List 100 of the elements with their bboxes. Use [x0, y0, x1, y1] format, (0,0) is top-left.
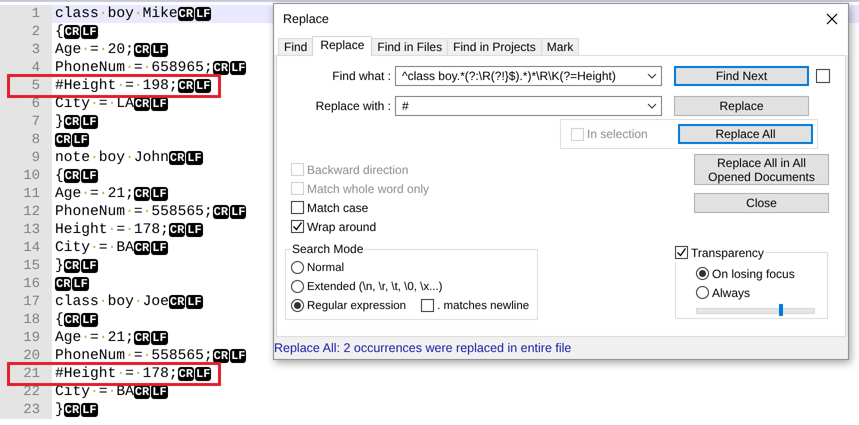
- radio-button[interactable]: [291, 261, 304, 274]
- radio-label: On losing focus: [712, 266, 795, 280]
- line-ending-marker: LF: [186, 151, 203, 165]
- line-ending-marker: LF: [81, 25, 98, 39]
- code-line: #Height·=·178;: [55, 365, 178, 383]
- line-ending-marker: CR: [55, 133, 72, 147]
- field-label: Find what :: [331, 69, 392, 83]
- checkbox-label: In selection: [587, 127, 648, 141]
- code-line: class·boy·Joe: [55, 293, 169, 311]
- button[interactable]: Replace All: [678, 124, 813, 144]
- line-ending-marker: LF: [186, 223, 203, 237]
- line-number: 7: [30, 113, 41, 131]
- line-number: 10: [22, 167, 41, 185]
- line-number: 8: [30, 131, 41, 149]
- line-ending-marker: LF: [81, 313, 98, 327]
- checkbox-label: Wrap around: [307, 220, 376, 234]
- code-line: {: [55, 167, 64, 185]
- line-ending-marker: CR: [64, 169, 80, 183]
- line-ending-marker: CR: [64, 403, 80, 417]
- line-ending-marker: LF: [81, 403, 98, 417]
- line-ending-marker: CR: [134, 187, 150, 201]
- line-ending-marker: LF: [72, 133, 89, 147]
- radio-button[interactable]: [696, 267, 709, 280]
- line-ending-marker: LF: [186, 295, 203, 309]
- radio-label: Always: [712, 286, 750, 300]
- checkbox-label: Match whole word only: [307, 182, 430, 196]
- line-ending-marker: CR: [178, 7, 194, 21]
- code-line: }: [55, 401, 64, 419]
- line-number: 6: [30, 95, 41, 113]
- line-number: 21: [22, 365, 41, 383]
- line-ending-marker: LF: [81, 169, 98, 183]
- button[interactable]: Close: [694, 193, 829, 213]
- group-title: Search Mode: [291, 242, 364, 256]
- code-line: }: [55, 257, 64, 275]
- combo-box[interactable]: ^class boy.*(?:\R(?!}$).*)*\R\K(?=Height): [395, 66, 662, 86]
- line-number: 2: [30, 23, 41, 41]
- tab[interactable]: Replace: [312, 36, 372, 56]
- slider-thumb[interactable]: [779, 304, 784, 316]
- status-message: Replace All: 2 occurrences were replaced in entire file: [274, 341, 572, 355]
- tab[interactable]: Find: [278, 38, 314, 55]
- code-line: #Height·=·198;: [55, 77, 178, 95]
- line-ending-marker: CR: [212, 205, 230, 219]
- line-ending-marker: CR: [55, 277, 72, 291]
- button[interactable]: Replace All in All Opened Documents: [694, 154, 829, 185]
- radio-label: Regular expression: [307, 300, 406, 312]
- code-line: PhoneNum·=·558565;: [55, 347, 213, 365]
- checkbox[interactable]: [291, 201, 304, 214]
- button[interactable]: Find Next: [674, 66, 809, 86]
- line-ending-marker: LF: [195, 79, 212, 93]
- close-icon[interactable]: [826, 13, 838, 25]
- line-number: 15: [22, 257, 41, 275]
- line-ending-marker: LF: [72, 277, 89, 291]
- code-line: Age·=·20;: [55, 41, 134, 59]
- line-ending-marker: CR: [168, 151, 186, 165]
- code-line: Age·=·21;: [55, 185, 134, 203]
- checkbox[interactable]: [421, 299, 434, 312]
- line-ending-marker: LF: [151, 241, 168, 255]
- code-line: {: [55, 311, 64, 329]
- tab[interactable]: Find in Files: [371, 38, 448, 55]
- code-line: class·boy·Mike: [55, 5, 178, 23]
- line-ending-marker: LF: [151, 97, 168, 111]
- line-ending-marker: CR: [64, 25, 80, 39]
- checkbox-label: Match case: [307, 200, 368, 214]
- line-ending-marker: LF: [81, 259, 98, 273]
- line-number: 16: [22, 275, 41, 293]
- line-ending-marker: CR: [168, 295, 186, 309]
- line-number: 5: [30, 77, 41, 95]
- checkbox[interactable]: [675, 246, 688, 259]
- line-ending-marker: CR: [178, 367, 194, 381]
- radio-button[interactable]: [291, 280, 304, 293]
- radio-button[interactable]: [696, 286, 709, 299]
- button[interactable]: Replace: [674, 96, 809, 116]
- line-number: 20: [22, 347, 41, 365]
- checkbox-label: Backward direction: [307, 162, 408, 176]
- line-number: 22: [22, 383, 41, 401]
- line-ending-marker: LF: [151, 43, 168, 57]
- checkbox[interactable]: [816, 69, 830, 83]
- tab[interactable]: Find in Projects: [447, 38, 542, 55]
- line-number: 18: [22, 311, 41, 329]
- radio-button[interactable]: [291, 299, 304, 312]
- line-ending-marker: CR: [134, 241, 150, 255]
- tab[interactable]: Mark: [540, 38, 580, 55]
- line-ending-marker: CR: [212, 61, 230, 75]
- line-ending-marker: LF: [230, 205, 246, 219]
- line-ending-marker: LF: [151, 187, 168, 201]
- line-ending-marker: CR: [64, 259, 80, 273]
- line-number: 23: [22, 401, 41, 419]
- line-number: 14: [22, 239, 41, 257]
- line-number: 13: [22, 221, 41, 239]
- line-ending-marker: LF: [81, 115, 98, 129]
- checkbox-label: . matches newline: [437, 300, 530, 312]
- combo-box[interactable]: #: [395, 96, 662, 116]
- line-number: 11: [22, 185, 41, 203]
- line-ending-marker: LF: [195, 7, 212, 21]
- line-ending-marker: CR: [134, 385, 150, 399]
- line-ending-marker: CR: [64, 115, 80, 129]
- line-number: 1: [30, 5, 41, 23]
- line-ending-marker: CR: [178, 79, 194, 93]
- checkbox[interactable]: [291, 220, 304, 233]
- code-line: Age·=·21;: [55, 329, 134, 347]
